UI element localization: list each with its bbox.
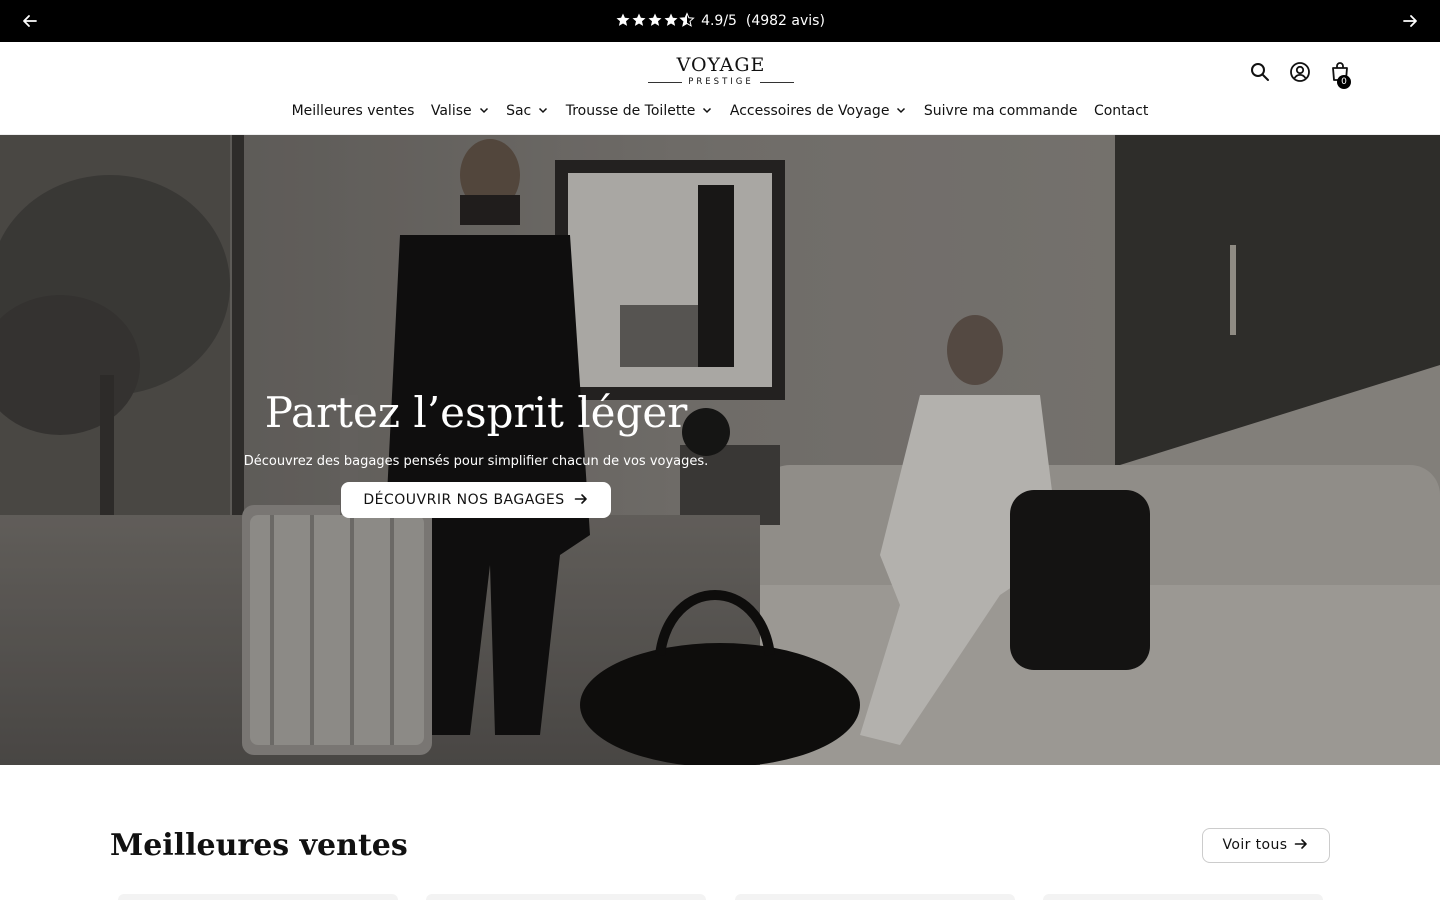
nav-item-label: Trousse de Toilette (565, 103, 696, 119)
nav-item-trousse[interactable]: Trousse de Toilette (566, 100, 714, 122)
arrow-right-icon[interactable] (1400, 11, 1420, 31)
chevron-down-icon (479, 107, 488, 114)
chevron-down-icon (897, 107, 906, 114)
hero-image (0, 135, 1440, 765)
star-icon (632, 13, 646, 26)
nav-item-sac[interactable]: Sac (506, 100, 549, 122)
product-card[interactable] (1043, 894, 1323, 900)
star-icon (664, 13, 678, 26)
review-count: (4982 avis) (745, 13, 825, 29)
chevron-down-icon (703, 107, 712, 114)
logo[interactable]: VOYAGE PRESTIGE (640, 54, 802, 90)
star-icon (616, 13, 630, 26)
arrow-right-icon (574, 494, 587, 504)
nav-item-valise[interactable]: Valise (431, 100, 490, 122)
nav-item-label: Valise (430, 103, 472, 119)
cart-icon[interactable]: 0 (1328, 60, 1352, 89)
nav-item-suivre-commande[interactable]: Suivre ma commande (924, 100, 1078, 122)
hero-title: Partez l’esprit léger (264, 388, 688, 437)
main-nav: Meilleures ventes Valise Sac Trousse de … (0, 100, 1440, 122)
nav-item-label: Sac (506, 103, 532, 119)
cart-count-badge: 0 (1337, 75, 1351, 89)
see-all-button[interactable]: Voir tous (1202, 828, 1330, 863)
chevron-down-icon (539, 107, 548, 114)
rating-stars (615, 11, 695, 31)
half-star-icon (680, 13, 695, 27)
discover-luggage-button[interactable]: DÉCOUVRIR NOS BAGAGES (341, 482, 611, 518)
hero-banner: Partez l’esprit léger Découvrez des baga… (0, 135, 1440, 765)
hero-subtitle: Découvrez des bagages pensés pour simpli… (243, 454, 709, 469)
nav-item-label: Meilleures ventes (291, 103, 415, 119)
product-card[interactable] (735, 894, 1015, 900)
product-card[interactable] (118, 894, 398, 900)
nav-item-meilleures-ventes[interactable]: Meilleures ventes (292, 100, 415, 122)
account-icon[interactable] (1288, 60, 1312, 84)
nav-item-contact[interactable]: Contact (1094, 100, 1148, 122)
logo-main: VOYAGE (676, 54, 766, 76)
product-card[interactable] (426, 894, 706, 900)
nav-item-label: Contact (1093, 103, 1149, 119)
announcement-bar: 4.9/5 (4982 avis) (0, 0, 1440, 42)
see-all-label: Voir tous (1222, 837, 1288, 853)
search-icon[interactable] (1248, 60, 1272, 84)
site-header: VOYAGE PRESTIGE 0 Meilleures ventes Vali… (0, 42, 1440, 135)
best-sellers-title: Meilleures ventes (110, 828, 408, 863)
rating-summary: 4.9/5 (4982 avis) (0, 11, 1440, 31)
arrow-right-icon (1295, 839, 1308, 849)
nav-item-label: Suivre ma commande (923, 103, 1078, 119)
star-icon (648, 13, 662, 26)
rating-value: 4.9/5 (701, 13, 737, 29)
hero-cta-label: DÉCOUVRIR NOS BAGAGES (363, 492, 565, 508)
nav-item-label: Accessoires de Voyage (729, 103, 890, 119)
nav-item-accessoires[interactable]: Accessoires de Voyage (730, 100, 908, 122)
